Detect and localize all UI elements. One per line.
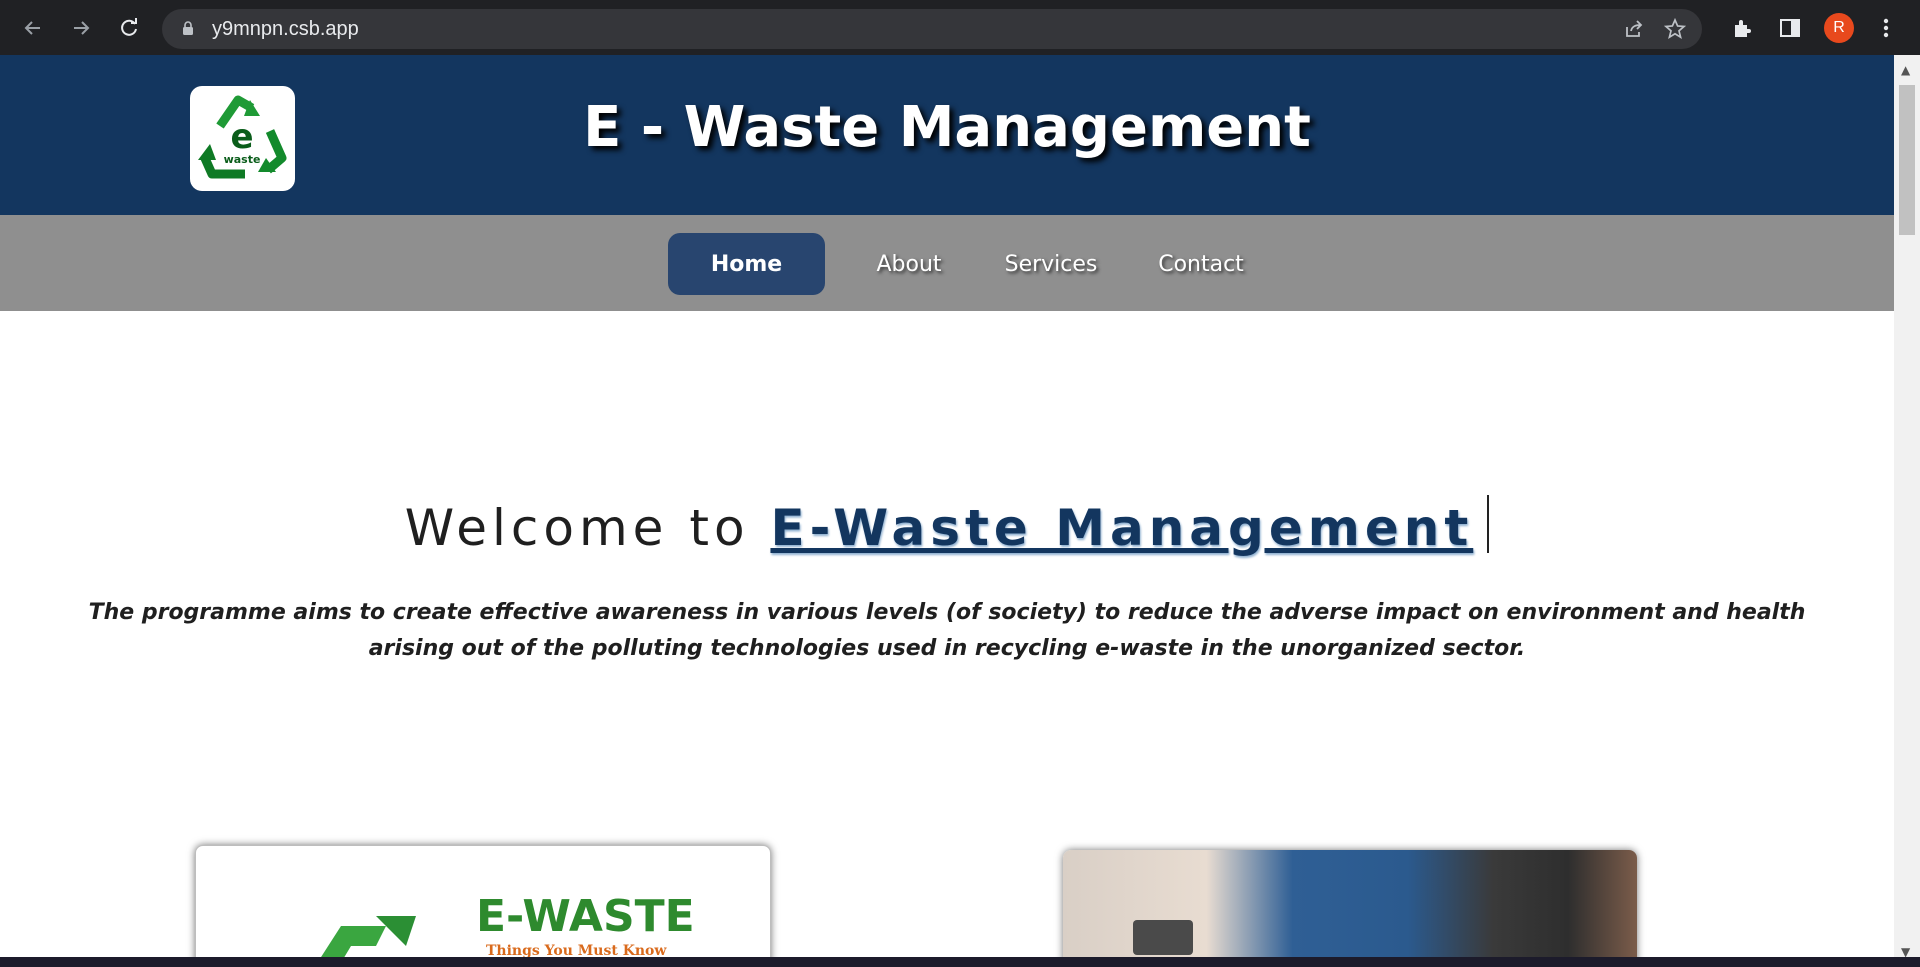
ewaste-info-card[interactable]: E-WASTE Things You Must Know xyxy=(195,845,771,967)
tagline: The programme aims to create effective a… xyxy=(88,600,1806,661)
welcome-prefix: Welcome to xyxy=(404,499,750,557)
nav-services[interactable]: Services xyxy=(996,233,1106,295)
lock-icon xyxy=(183,21,193,35)
page-viewport: e waste E - Waste Management Home About … xyxy=(0,55,1894,967)
extensions-icon[interactable] xyxy=(1726,12,1758,44)
scroll-up-icon[interactable]: ▲ xyxy=(1901,63,1910,77)
ewaste-recycle-graphic xyxy=(314,916,416,967)
bookmark-star-icon[interactable] xyxy=(1661,15,1689,43)
more-menu-icon[interactable] xyxy=(1870,12,1902,44)
main-nav: Home About Services Contact xyxy=(0,215,1894,311)
url-text: y9mnpn.csb.app xyxy=(212,18,359,40)
taskbar-strip xyxy=(0,957,1920,967)
photo-card[interactable] xyxy=(1063,850,1637,967)
text-caret xyxy=(1487,495,1490,553)
site-title: E - Waste Management xyxy=(583,95,1311,160)
back-icon[interactable] xyxy=(16,11,50,45)
site-header: e waste E - Waste Management xyxy=(0,55,1894,215)
welcome-heading: Welcome to E-Waste Management xyxy=(0,495,1894,557)
photo-device xyxy=(1133,920,1193,955)
side-panel-icon[interactable] xyxy=(1774,12,1806,44)
nav-contact[interactable]: Contact xyxy=(1146,233,1256,295)
profile-avatar[interactable]: R xyxy=(1824,13,1854,43)
page-scrollbar[interactable]: ▲ ▼ xyxy=(1894,55,1920,967)
forward-icon[interactable] xyxy=(64,11,98,45)
scroll-thumb[interactable] xyxy=(1899,85,1915,235)
welcome-brand: E-Waste Management xyxy=(770,499,1474,557)
browser-toolbar: y9mnpn.csb.app R xyxy=(0,0,1920,55)
address-bar[interactable]: y9mnpn.csb.app xyxy=(162,9,1702,49)
nav-home[interactable]: Home xyxy=(668,233,825,295)
ewaste-card-title: E-WASTE xyxy=(476,891,695,942)
nav-about[interactable]: About xyxy=(858,233,960,295)
reload-icon[interactable] xyxy=(112,11,146,45)
share-icon[interactable] xyxy=(1620,15,1648,43)
